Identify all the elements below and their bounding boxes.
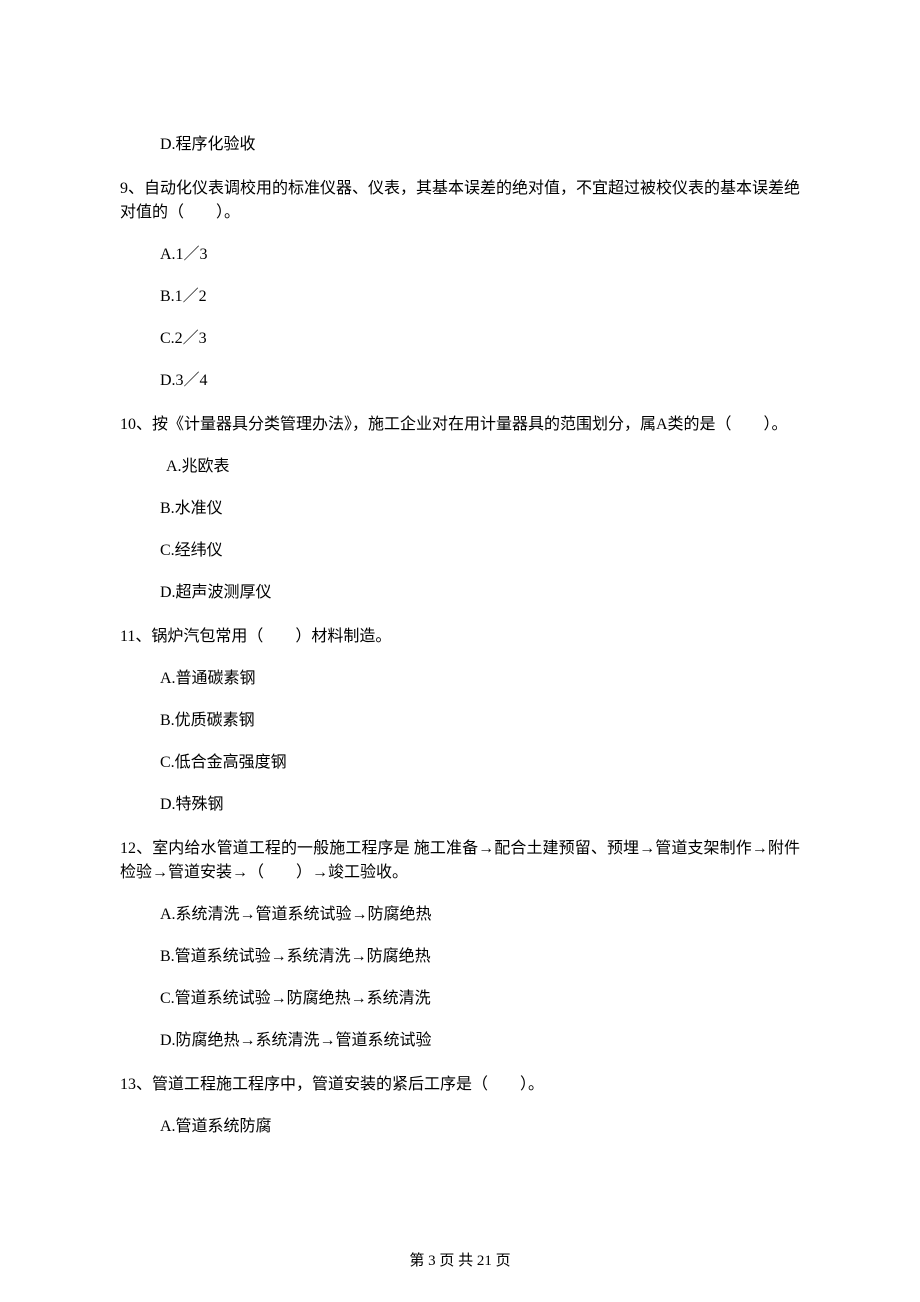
question-12-stem: 12、室内给水管道工程的一般施工程序是 施工准备→配合土建预留、预埋→管道支架制… <box>120 837 800 885</box>
question-10-option-B: B.水准仪 <box>120 497 800 521</box>
question-9-option-B: B.1／2 <box>120 285 800 309</box>
question-9-stem: 9、自动化仪表调校用的标准仪器、仪表，其基本误差的绝对值，不宜超过被校仪表的基本… <box>120 177 800 225</box>
question-11-option-D: D.特殊钢 <box>120 793 800 817</box>
question-11-options: A.普通碳素钢 B.优质碳素钢 C.低合金高强度钢 D.特殊钢 <box>120 667 800 817</box>
question-11-option-B: B.优质碳素钢 <box>120 709 800 733</box>
question-8-options: D.程序化验收 <box>120 133 800 157</box>
question-9-options: A.1／3 B.1／2 C.2／3 D.3／4 <box>120 243 800 393</box>
question-10-option-C: C.经纬仪 <box>120 539 800 563</box>
question-12-option-A: A.系统清洗→管道系统试验→防腐绝热 <box>120 903 800 927</box>
page-footer: 第 3 页 共 21 页 <box>0 1249 920 1270</box>
question-11-stem: 11、锅炉汽包常用（ ）材料制造。 <box>120 625 800 649</box>
question-12-options: A.系统清洗→管道系统试验→防腐绝热 B.管道系统试验→系统清洗→防腐绝热 C.… <box>120 903 800 1053</box>
question-12-option-D: D.防腐绝热→系统清洗→管道系统试验 <box>120 1029 800 1053</box>
question-10-option-D: D.超声波测厚仪 <box>120 581 800 605</box>
question-13-stem: 13、管道工程施工程序中，管道安装的紧后工序是（ ）。 <box>120 1073 800 1097</box>
question-9-option-C: C.2／3 <box>120 327 800 351</box>
question-12-option-B: B.管道系统试验→系统清洗→防腐绝热 <box>120 945 800 969</box>
question-9-option-A: A.1／3 <box>120 243 800 267</box>
question-10-option-A: A.兆欧表 <box>120 455 800 479</box>
question-12-option-C: C.管道系统试验→防腐绝热→系统清洗 <box>120 987 800 1011</box>
question-9-option-D: D.3／4 <box>120 369 800 393</box>
question-8-option-D: D.程序化验收 <box>120 133 800 157</box>
question-13-option-A: A.管道系统防腐 <box>120 1115 800 1139</box>
page-content: D.程序化验收 9、自动化仪表调校用的标准仪器、仪表，其基本误差的绝对值，不宜超… <box>0 0 920 1139</box>
question-11-option-C: C.低合金高强度钢 <box>120 751 800 775</box>
question-11-option-A: A.普通碳素钢 <box>120 667 800 691</box>
question-10-stem: 10、按《计量器具分类管理办法》，施工企业对在用计量器具的范围划分，属A类的是（… <box>120 413 800 437</box>
question-13-options: A.管道系统防腐 <box>120 1115 800 1139</box>
question-10-options: A.兆欧表 B.水准仪 C.经纬仪 D.超声波测厚仪 <box>120 455 800 605</box>
